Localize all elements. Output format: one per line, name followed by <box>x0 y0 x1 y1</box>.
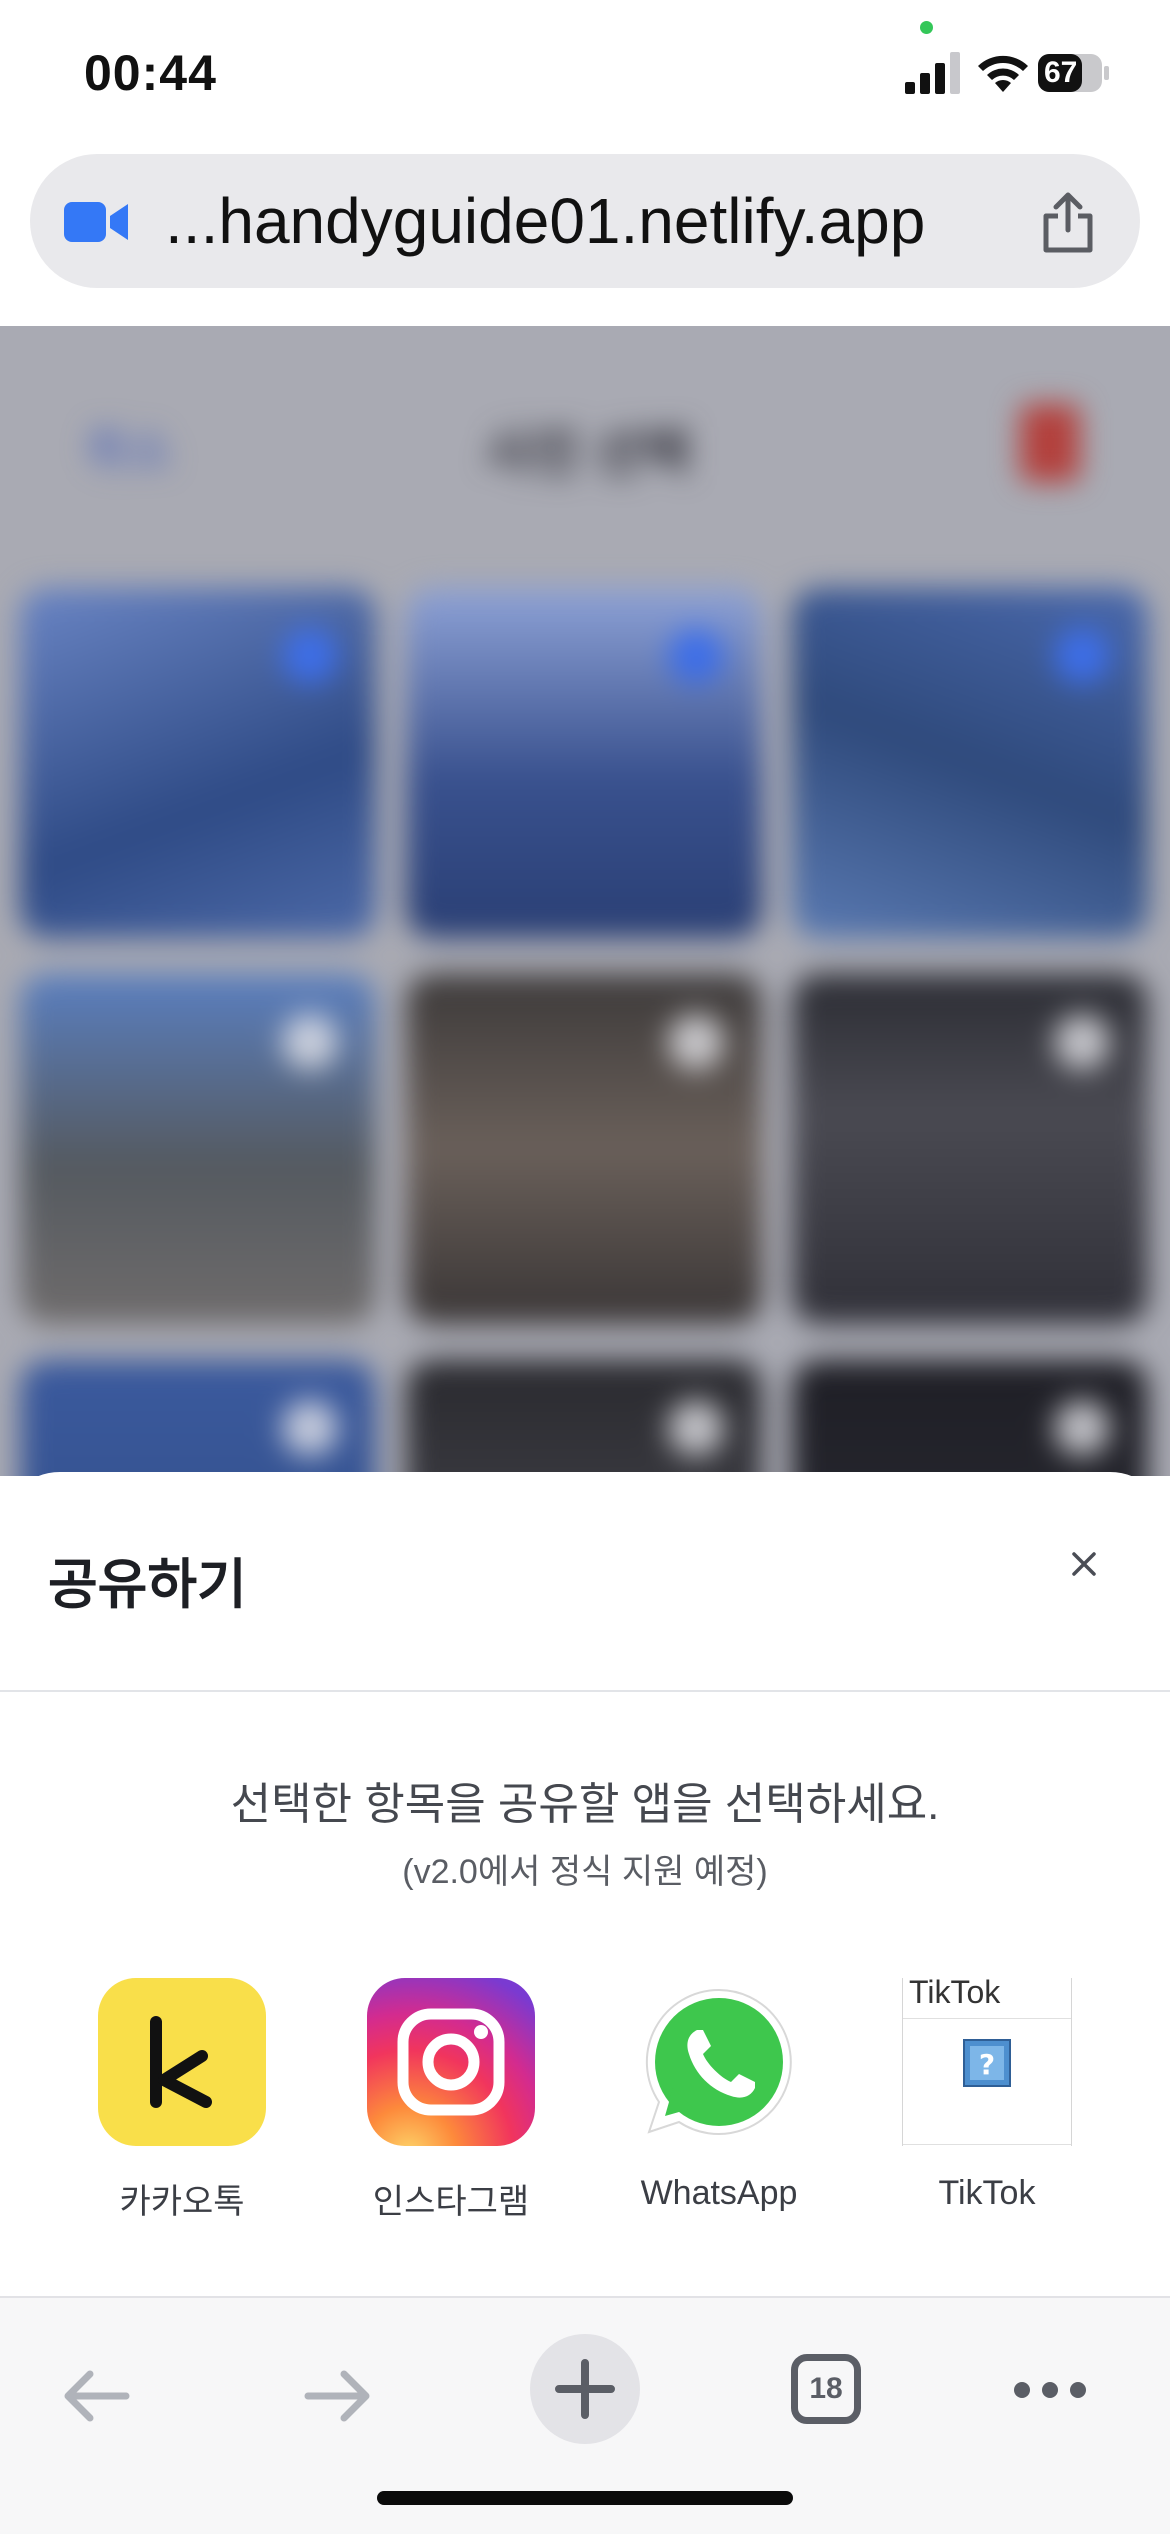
share-note: (v2.0에서 정식 지원 예정) <box>402 1853 768 1891</box>
selected-check-icon <box>668 628 724 684</box>
share-icon[interactable] <box>1038 192 1098 254</box>
share-app-instagram[interactable]: 인스타그램 <box>366 1978 536 2223</box>
tiktok-broken-image-icon: TikTok ? <box>902 1978 1072 2146</box>
app-label: TikTok <box>938 2174 1036 2212</box>
battery-level: 67 <box>1044 56 1078 89</box>
broken-image-alt-text: TikTok <box>909 1978 1001 2010</box>
photo-thumbnail <box>20 974 376 1324</box>
camera-in-use-indicator <box>920 21 933 34</box>
photo-thumbnail <box>792 974 1148 1324</box>
unselected-circle-icon <box>282 1400 338 1456</box>
trash-icon <box>1020 404 1080 482</box>
page-title: 사진 선택 <box>485 425 691 483</box>
cancel-link: 취소 <box>85 425 174 478</box>
missing-image-icon: ? <box>963 2039 1011 2087</box>
sheet-title: 공유하기 <box>48 1555 247 1615</box>
share-app-kakaotalk[interactable]: 카카오톡 <box>97 1978 267 2223</box>
app-label: 인스타그램 <box>372 2183 530 2221</box>
new-tab-button[interactable] <box>530 2334 640 2444</box>
unselected-circle-icon <box>1054 1014 1110 1070</box>
photo-thumbnail <box>406 974 762 1324</box>
unselected-circle-icon <box>668 1014 724 1070</box>
svg-text:?: ? <box>979 2048 995 2081</box>
photo-thumbnail <box>20 1360 376 1476</box>
home-indicator <box>377 2491 793 2505</box>
cellular-signal-icon <box>905 52 960 94</box>
photo-thumbnail <box>406 588 762 938</box>
close-icon <box>1072 1552 1096 1576</box>
plus-icon <box>555 2359 615 2419</box>
background-page-dimmed: 취소 사진 선택 <box>0 326 1170 1476</box>
more-options-icon[interactable] <box>1012 2378 1088 2402</box>
forward-arrow-icon[interactable] <box>302 2366 374 2426</box>
wifi-icon <box>978 55 1028 92</box>
battery-indicator: 67 <box>1038 54 1110 92</box>
share-app-whatsapp[interactable]: WhatsApp <box>634 1978 804 2213</box>
video-camera-icon <box>64 202 128 242</box>
app-label: 카카오톡 <box>119 2183 245 2221</box>
share-description: 선택한 항목을 공유할 앱을 선택하세요. <box>230 1780 940 1829</box>
share-app-tiktok[interactable]: TikTok ? TikTok <box>902 1978 1072 2213</box>
unselected-circle-icon <box>282 1014 338 1070</box>
photo-thumbnail <box>792 1360 1148 1476</box>
address-bar[interactable]: ...handyguide01.netlify.app <box>30 154 1140 288</box>
back-arrow-icon[interactable] <box>60 2366 132 2426</box>
photo-thumbnail <box>792 588 1148 938</box>
divider <box>0 1690 1170 1692</box>
status-time: 00:44 <box>84 45 217 101</box>
url-text[interactable]: ...handyguide01.netlify.app <box>165 184 925 258</box>
photo-thumbnail <box>406 1360 762 1476</box>
instagram-icon <box>367 1978 535 2146</box>
selected-check-icon <box>1054 628 1110 684</box>
unselected-circle-icon <box>1054 1400 1110 1456</box>
whatsapp-icon <box>635 1978 803 2146</box>
tab-count: 18 <box>809 2372 843 2405</box>
photo-thumbnail <box>20 588 376 938</box>
tabs-button[interactable]: 18 <box>791 2354 861 2424</box>
unselected-circle-icon <box>668 1400 724 1456</box>
close-button[interactable] <box>1058 1538 1110 1590</box>
selected-check-icon <box>282 628 338 684</box>
share-sheet: 공유하기 선택한 항목을 공유할 앱을 선택하세요. (v2.0에서 정식 지원… <box>0 1472 1170 2298</box>
app-label: WhatsApp <box>640 2174 798 2212</box>
kakaotalk-icon <box>98 1978 266 2146</box>
status-bar: 00:44 67 <box>0 0 1170 150</box>
